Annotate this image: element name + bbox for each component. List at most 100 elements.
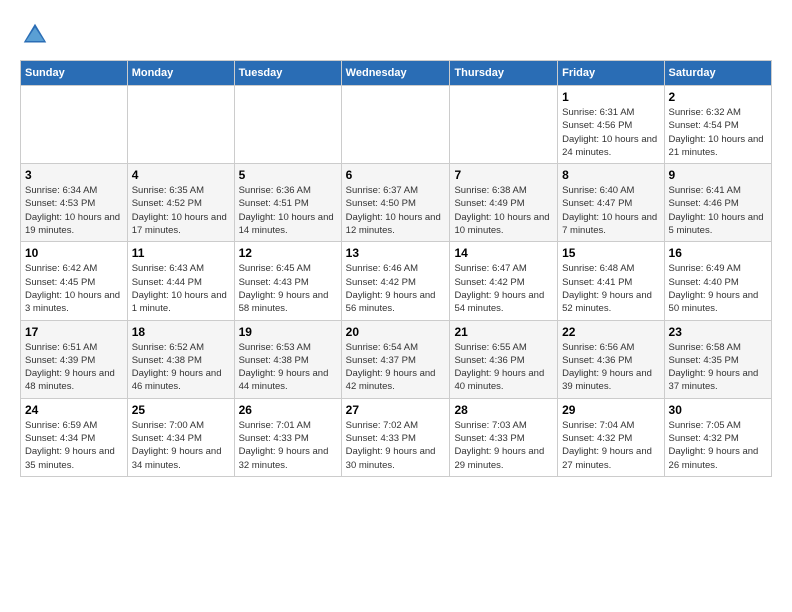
calendar-week-row: 17 Sunrise: 6:51 AM Sunset: 4:39 PM Dayli… [21,320,772,398]
calendar-cell: 15 Sunrise: 6:48 AM Sunset: 4:41 PM Dayli… [558,242,664,320]
weekday-header: Wednesday [341,61,450,86]
calendar-cell: 24 Sunrise: 6:59 AM Sunset: 4:34 PM Dayli… [21,398,128,476]
weekday-header: Monday [127,61,234,86]
weekday-header: Tuesday [234,61,341,86]
day-number: 15 [562,246,659,260]
day-info: Sunrise: 6:35 AM Sunset: 4:52 PM Dayligh… [132,184,230,237]
calendar-week-row: 10Sunrise: 6:42 AM Sunset: 4:45 PM Dayli… [21,242,772,320]
calendar-cell [341,86,450,164]
day-info: Sunrise: 7:00 AM Sunset: 4:34 PM Dayligh… [132,419,230,472]
day-info: Sunrise: 6:52 AM Sunset: 4:38 PM Dayligh… [132,341,230,394]
day-info: Sunrise: 7:04 AM Sunset: 4:32 PM Dayligh… [562,419,659,472]
weekday-header: Sunday [21,61,128,86]
calendar-cell [450,86,558,164]
day-number: 22 [562,325,659,339]
calendar-body: 1 Sunrise: 6:31 AM Sunset: 4:56 PM Daylig… [21,86,772,477]
day-info: Sunrise: 7:03 AM Sunset: 4:33 PM Dayligh… [454,419,553,472]
calendar-cell: 10Sunrise: 6:42 AM Sunset: 4:45 PM Dayli… [21,242,128,320]
day-info: Sunrise: 6:40 AM Sunset: 4:47 PM Dayligh… [562,184,659,237]
day-number: 17 [25,325,123,339]
day-number: 25 [132,403,230,417]
calendar-cell: 7 Sunrise: 6:38 AM Sunset: 4:49 PM Daylig… [450,164,558,242]
day-number: 3 [25,168,123,182]
weekday-header: Friday [558,61,664,86]
header-row: SundayMondayTuesdayWednesdayThursdayFrid… [21,61,772,86]
day-number: 5 [239,168,337,182]
calendar-cell: 1 Sunrise: 6:31 AM Sunset: 4:56 PM Daylig… [558,86,664,164]
calendar-cell [21,86,128,164]
day-info: Sunrise: 6:32 AM Sunset: 4:54 PM Dayligh… [669,106,767,159]
day-info: Sunrise: 6:38 AM Sunset: 4:49 PM Dayligh… [454,184,553,237]
day-number: 11 [132,246,230,260]
day-number: 24 [25,403,123,417]
day-number: 2 [669,90,767,104]
day-info: Sunrise: 6:41 AM Sunset: 4:46 PM Dayligh… [669,184,767,237]
day-info: Sunrise: 6:56 AM Sunset: 4:36 PM Dayligh… [562,341,659,394]
calendar-cell: 3 Sunrise: 6:34 AM Sunset: 4:53 PM Daylig… [21,164,128,242]
day-info: Sunrise: 6:59 AM Sunset: 4:34 PM Dayligh… [25,419,123,472]
day-info: Sunrise: 6:43 AM Sunset: 4:44 PM Dayligh… [132,262,230,315]
day-number: 28 [454,403,553,417]
day-info: Sunrise: 6:47 AM Sunset: 4:42 PM Dayligh… [454,262,553,315]
day-info: Sunrise: 6:49 AM Sunset: 4:40 PM Dayligh… [669,262,767,315]
day-number: 18 [132,325,230,339]
day-info: Sunrise: 7:01 AM Sunset: 4:33 PM Dayligh… [239,419,337,472]
day-number: 14 [454,246,553,260]
calendar-cell: 12Sunrise: 6:45 AM Sunset: 4:43 PM Dayli… [234,242,341,320]
day-number: 16 [669,246,767,260]
calendar-cell: 27 Sunrise: 7:02 AM Sunset: 4:33 PM Dayli… [341,398,450,476]
day-number: 20 [346,325,446,339]
day-info: Sunrise: 6:42 AM Sunset: 4:45 PM Dayligh… [25,262,123,315]
calendar-cell: 29Sunrise: 7:04 AM Sunset: 4:32 PM Dayli… [558,398,664,476]
day-info: Sunrise: 6:54 AM Sunset: 4:37 PM Dayligh… [346,341,446,394]
weekday-header: Thursday [450,61,558,86]
calendar-cell: 18 Sunrise: 6:52 AM Sunset: 4:38 PM Dayli… [127,320,234,398]
calendar-cell: 19 Sunrise: 6:53 AM Sunset: 4:38 PM Dayli… [234,320,341,398]
calendar-cell: 9 Sunrise: 6:41 AM Sunset: 4:46 PM Daylig… [664,164,771,242]
logo-icon [20,20,50,50]
calendar-cell: 30 Sunrise: 7:05 AM Sunset: 4:32 PM Dayli… [664,398,771,476]
calendar-cell: 14 Sunrise: 6:47 AM Sunset: 4:42 PM Dayli… [450,242,558,320]
day-info: Sunrise: 6:36 AM Sunset: 4:51 PM Dayligh… [239,184,337,237]
calendar-cell: 28 Sunrise: 7:03 AM Sunset: 4:33 PM Dayli… [450,398,558,476]
day-info: Sunrise: 6:34 AM Sunset: 4:53 PM Dayligh… [25,184,123,237]
day-number: 8 [562,168,659,182]
calendar-cell: 20 Sunrise: 6:54 AM Sunset: 4:37 PM Dayli… [341,320,450,398]
day-number: 1 [562,90,659,104]
day-info: Sunrise: 6:51 AM Sunset: 4:39 PM Dayligh… [25,341,123,394]
day-number: 7 [454,168,553,182]
day-info: Sunrise: 6:31 AM Sunset: 4:56 PM Dayligh… [562,106,659,159]
day-number: 27 [346,403,446,417]
day-info: Sunrise: 6:53 AM Sunset: 4:38 PM Dayligh… [239,341,337,394]
calendar-cell: 5 Sunrise: 6:36 AM Sunset: 4:51 PM Daylig… [234,164,341,242]
day-info: Sunrise: 6:55 AM Sunset: 4:36 PM Dayligh… [454,341,553,394]
calendar-cell: 26 Sunrise: 7:01 AM Sunset: 4:33 PM Dayli… [234,398,341,476]
calendar-cell: 22 Sunrise: 6:56 AM Sunset: 4:36 PM Dayli… [558,320,664,398]
calendar-cell: 21 Sunrise: 6:55 AM Sunset: 4:36 PM Dayli… [450,320,558,398]
day-info: Sunrise: 7:02 AM Sunset: 4:33 PM Dayligh… [346,419,446,472]
calendar-cell: 13Sunrise: 6:46 AM Sunset: 4:42 PM Dayli… [341,242,450,320]
day-number: 4 [132,168,230,182]
day-number: 9 [669,168,767,182]
day-number: 30 [669,403,767,417]
day-number: 6 [346,168,446,182]
day-number: 21 [454,325,553,339]
calendar-cell [234,86,341,164]
calendar-cell: 16 Sunrise: 6:49 AM Sunset: 4:40 PM Dayli… [664,242,771,320]
calendar-cell: 2 Sunrise: 6:32 AM Sunset: 4:54 PM Daylig… [664,86,771,164]
calendar-cell [127,86,234,164]
day-info: Sunrise: 6:37 AM Sunset: 4:50 PM Dayligh… [346,184,446,237]
day-info: Sunrise: 6:48 AM Sunset: 4:41 PM Dayligh… [562,262,659,315]
calendar-cell: 17 Sunrise: 6:51 AM Sunset: 4:39 PM Dayli… [21,320,128,398]
day-info: Sunrise: 7:05 AM Sunset: 4:32 PM Dayligh… [669,419,767,472]
day-number: 19 [239,325,337,339]
calendar-cell: 23Sunrise: 6:58 AM Sunset: 4:35 PM Dayli… [664,320,771,398]
calendar-cell: 11 Sunrise: 6:43 AM Sunset: 4:44 PM Dayli… [127,242,234,320]
header [20,20,772,50]
day-number: 12 [239,246,337,260]
day-number: 23 [669,325,767,339]
day-number: 26 [239,403,337,417]
calendar-header: SundayMondayTuesdayWednesdayThursdayFrid… [21,61,772,86]
calendar-cell: 8 Sunrise: 6:40 AM Sunset: 4:47 PM Daylig… [558,164,664,242]
weekday-header: Saturday [664,61,771,86]
